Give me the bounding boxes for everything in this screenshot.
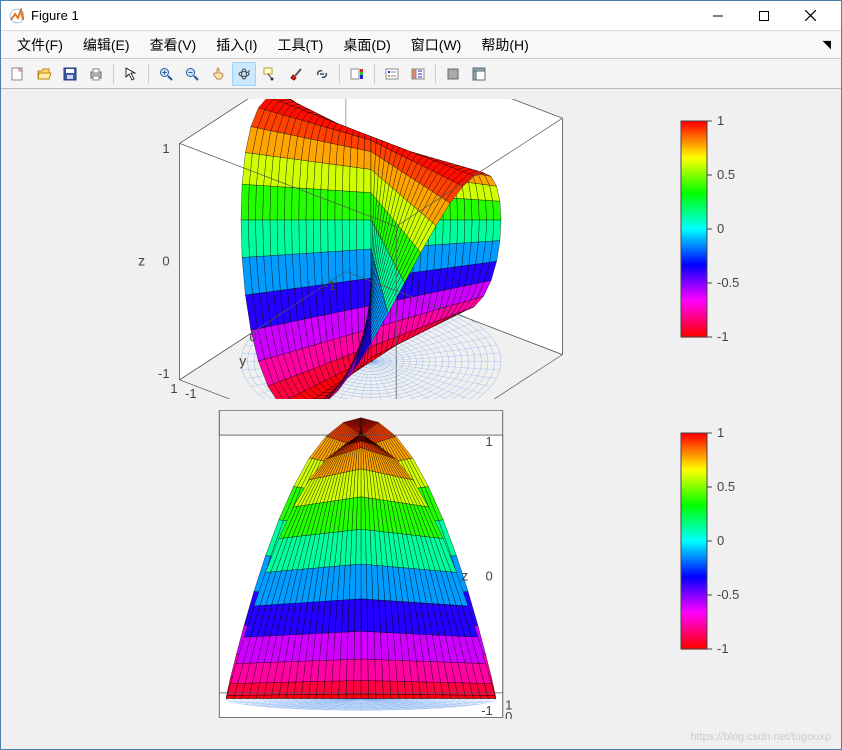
menu-overflow-icon[interactable]: ◥	[823, 38, 835, 51]
colorbar-upper[interactable]: -1 -0.5 0 0.5 1	[671, 113, 791, 353]
svg-text:-1: -1	[185, 386, 197, 399]
svg-text:-0.5: -0.5	[717, 275, 739, 290]
svg-text:-1: -1	[481, 703, 493, 718]
svg-text:0: 0	[717, 533, 724, 548]
edit-plot-button[interactable]	[119, 62, 143, 86]
svg-text:0: 0	[162, 254, 169, 269]
menu-desktop[interactable]: 桌面(D)	[333, 33, 400, 57]
print-button[interactable]	[84, 62, 108, 86]
hide-plot-tools-button[interactable]	[441, 62, 465, 86]
zoom-in-button[interactable]	[154, 62, 178, 86]
svg-text:0: 0	[486, 568, 493, 583]
new-figure-button[interactable]	[6, 62, 30, 86]
svg-text:1: 1	[505, 697, 512, 712]
menu-tools[interactable]: 工具(T)	[267, 33, 333, 57]
toolbar-separator	[113, 64, 114, 84]
show-plot-tools-button[interactable]	[467, 62, 491, 86]
svg-text:1: 1	[717, 113, 724, 128]
save-button[interactable]	[58, 62, 82, 86]
window-title: Figure 1	[31, 8, 695, 23]
svg-text:-1: -1	[158, 366, 170, 381]
axes-upper[interactable]: -101z-1-0.500.51x-101y	[31, 99, 651, 399]
svg-text:1: 1	[717, 425, 724, 440]
svg-text:-1: -1	[717, 641, 729, 656]
toolbar-separator	[148, 64, 149, 84]
figure-canvas[interactable]: -101z-1-0.500.51x-101y -1-0.500.51 -101z…	[1, 89, 841, 749]
svg-text:-1: -1	[717, 329, 729, 344]
rotate-3d-button[interactable]	[232, 62, 256, 86]
legend-panel-button[interactable]	[406, 62, 430, 86]
window-controls	[695, 2, 833, 30]
data-cursor-button[interactable]	[258, 62, 282, 86]
open-button[interactable]	[32, 62, 56, 86]
toolbar-separator	[339, 64, 340, 84]
menu-view[interactable]: 查看(V)	[140, 33, 207, 57]
toolbar	[1, 59, 841, 89]
menu-insert[interactable]: 插入(I)	[206, 33, 267, 57]
menubar: 文件(F) 编辑(E) 查看(V) 插入(I) 工具(T) 桌面(D) 窗口(W…	[1, 31, 841, 59]
minimize-button[interactable]	[695, 2, 741, 30]
pan-button[interactable]	[206, 62, 230, 86]
zoom-out-button[interactable]	[180, 62, 204, 86]
menu-help[interactable]: 帮助(H)	[471, 33, 538, 57]
svg-text:0.5: 0.5	[717, 479, 735, 494]
svg-text:0: 0	[717, 221, 724, 236]
toolbar-separator	[435, 64, 436, 84]
svg-text:-0.5: -0.5	[717, 587, 739, 602]
svg-text:1: 1	[162, 141, 169, 156]
menu-window[interactable]: 窗口(W)	[401, 33, 472, 57]
link-button[interactable]	[310, 62, 334, 86]
colorbar-lower[interactable]: -1 -0.5 0 0.5 1	[671, 425, 791, 665]
menu-edit[interactable]: 编辑(E)	[73, 33, 140, 57]
close-button[interactable]	[787, 2, 833, 30]
figure-window: Figure 1 文件(F) 编辑(E) 查看(V) 插入(I) 工具(T) 桌…	[0, 0, 842, 750]
svg-text:y: y	[239, 353, 246, 369]
svg-text:1: 1	[170, 381, 177, 396]
brush-button[interactable]	[284, 62, 308, 86]
svg-text:0: 0	[249, 330, 256, 345]
maximize-button[interactable]	[741, 2, 787, 30]
matlab-logo-icon	[9, 8, 25, 24]
watermark: https://blog.csdn.net/tugouxp	[690, 731, 831, 743]
axes-lower[interactable]: -101z-101x-1-0.500.51y	[31, 409, 651, 719]
svg-text:0.5: 0.5	[717, 167, 735, 182]
svg-text:z: z	[138, 253, 145, 269]
menu-file[interactable]: 文件(F)	[7, 33, 73, 57]
svg-text:1: 1	[486, 434, 493, 449]
svg-text:z: z	[461, 567, 468, 583]
legend-button[interactable]	[380, 62, 404, 86]
toolbar-separator	[374, 64, 375, 84]
svg-text:-1: -1	[324, 278, 336, 293]
colorbar-button[interactable]	[345, 62, 369, 86]
titlebar[interactable]: Figure 1	[1, 1, 841, 31]
